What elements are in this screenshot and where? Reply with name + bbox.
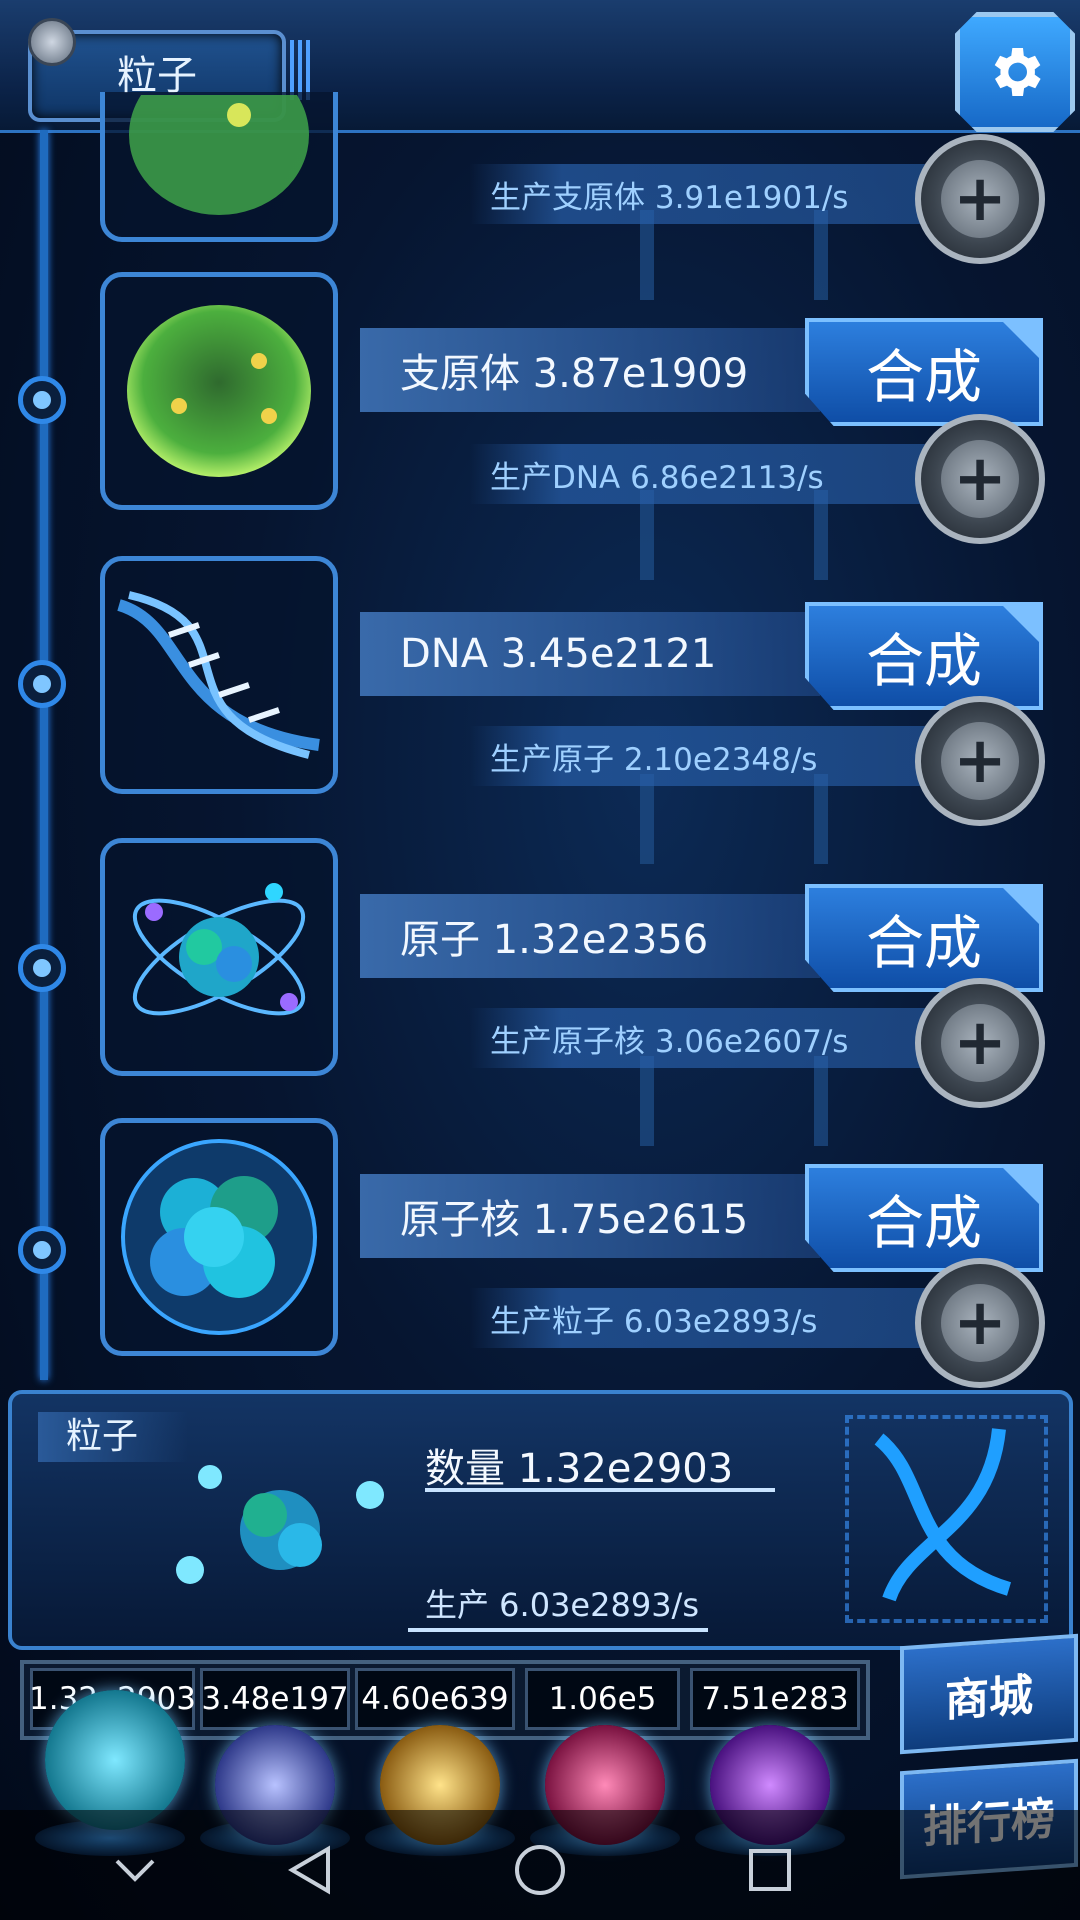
- craft-button[interactable]: 合成: [805, 318, 1043, 426]
- upgrade-button[interactable]: +: [915, 1258, 1045, 1388]
- production-bar: 生产支原体 3.91e1901/s: [470, 164, 930, 224]
- mycoplasma-icon: [127, 305, 311, 477]
- home-icon[interactable]: [510, 1840, 570, 1900]
- upgrade-button[interactable]: +: [915, 978, 1045, 1108]
- particle-orb-tab[interactable]: [45, 1690, 185, 1830]
- craft-button-label: 合成: [865, 627, 982, 695]
- resource-value-text: 3.48e197: [201, 1681, 349, 1717]
- resource-value: 7.51e283: [690, 1668, 860, 1730]
- production-bar: 生产DNA 6.86e2113/s: [470, 444, 930, 504]
- plus-icon: +: [941, 722, 1019, 800]
- craft-button-label: 合成: [865, 909, 982, 977]
- craft-button[interactable]: 合成: [805, 1164, 1043, 1272]
- item-thumbnail[interactable]: [100, 556, 338, 794]
- back-icon[interactable]: [280, 1840, 340, 1900]
- dna-icon: [117, 591, 320, 759]
- craft-button-label: 合成: [865, 1189, 982, 1257]
- resource-value-text: 7.51e283: [701, 1681, 849, 1717]
- production-label: 生产粒子 6.03e2893/s: [490, 1303, 818, 1340]
- rail-node: [18, 944, 66, 992]
- panel-tag: 粒子: [38, 1412, 188, 1462]
- plus-icon: +: [941, 1004, 1019, 1082]
- resource-value: 3.48e197: [200, 1668, 350, 1730]
- dna-emblem-icon: [874, 1428, 1012, 1602]
- resource-value: 1.06e5: [525, 1668, 680, 1730]
- production-label: 生产支原体 3.91e1901/s: [490, 179, 849, 216]
- rail-node: [18, 376, 66, 424]
- production-underline: [408, 1628, 708, 1632]
- resource-value-text: 4.60e639: [361, 1681, 509, 1717]
- plus-icon: +: [941, 440, 1019, 518]
- item-name: 原子核 1.75e2615: [400, 1197, 749, 1243]
- progress-rail: [40, 130, 48, 1380]
- item-name-bar: 支原体 3.87e1909: [360, 328, 820, 412]
- circuit-decoration: [640, 774, 828, 864]
- production-rate-label: 生产 6.03e2893/s: [425, 1586, 700, 1624]
- gear-icon: [994, 48, 1041, 96]
- item-name: 原子 1.32e2356: [400, 917, 709, 963]
- resource-value: 4.60e639: [355, 1668, 515, 1730]
- plus-icon: +: [941, 160, 1019, 238]
- grille-decoration: [290, 40, 310, 100]
- nucleus-icon: [121, 1139, 317, 1335]
- craft-button[interactable]: 合成: [805, 602, 1043, 710]
- cell-icon: [129, 94, 309, 215]
- item-name-bar: 原子 1.32e2356: [360, 894, 820, 978]
- item-thumbnail[interactable]: [100, 92, 338, 242]
- item-name: DNA 3.45e2121: [400, 631, 717, 677]
- item-name-bar: DNA 3.45e2121: [360, 612, 820, 696]
- production-label: 生产原子核 3.06e2607/s: [490, 1023, 849, 1060]
- production-bar: 生产原子 2.10e2348/s: [470, 726, 930, 786]
- production-label: 生产原子 2.10e2348/s: [490, 741, 818, 778]
- bolt-decoration: [28, 18, 76, 66]
- settings-button[interactable]: [955, 12, 1075, 132]
- item-name: 支原体 3.87e1909: [400, 351, 749, 397]
- chevron-down-icon[interactable]: [105, 1840, 165, 1900]
- production-label: 生产DNA 6.86e2113/s: [490, 459, 824, 496]
- upgrade-button[interactable]: +: [915, 414, 1045, 544]
- dna-emblem-frame: [845, 1415, 1048, 1623]
- recents-icon[interactable]: [740, 1840, 800, 1900]
- item-thumbnail[interactable]: [100, 272, 338, 510]
- shop-button[interactable]: 商城: [900, 1633, 1078, 1755]
- item-name-bar: 原子核 1.75e2615: [360, 1174, 820, 1258]
- resource-value-text: 1.06e5: [548, 1681, 657, 1717]
- plus-icon: +: [941, 1284, 1019, 1362]
- upgrade-button[interactable]: +: [915, 134, 1045, 264]
- quantity-underline: [425, 1488, 775, 1492]
- item-thumbnail[interactable]: [100, 1118, 338, 1356]
- craft-button-label: 合成: [865, 343, 982, 411]
- production-bar: 生产原子核 3.06e2607/s: [470, 1008, 930, 1068]
- quantity-label: 数量 1.32e2903: [425, 1446, 734, 1492]
- production-bar: 生产粒子 6.03e2893/s: [470, 1288, 930, 1348]
- upgrade-button[interactable]: +: [915, 696, 1045, 826]
- craft-button[interactable]: 合成: [805, 884, 1043, 992]
- atom-icon: [132, 883, 306, 1016]
- rail-node: [18, 660, 66, 708]
- item-thumbnail[interactable]: [100, 838, 338, 1076]
- circuit-decoration: [640, 1056, 828, 1146]
- rail-node: [18, 1226, 66, 1274]
- shop-button-label: 商城: [945, 1669, 1033, 1728]
- particle-icon: [176, 1465, 384, 1584]
